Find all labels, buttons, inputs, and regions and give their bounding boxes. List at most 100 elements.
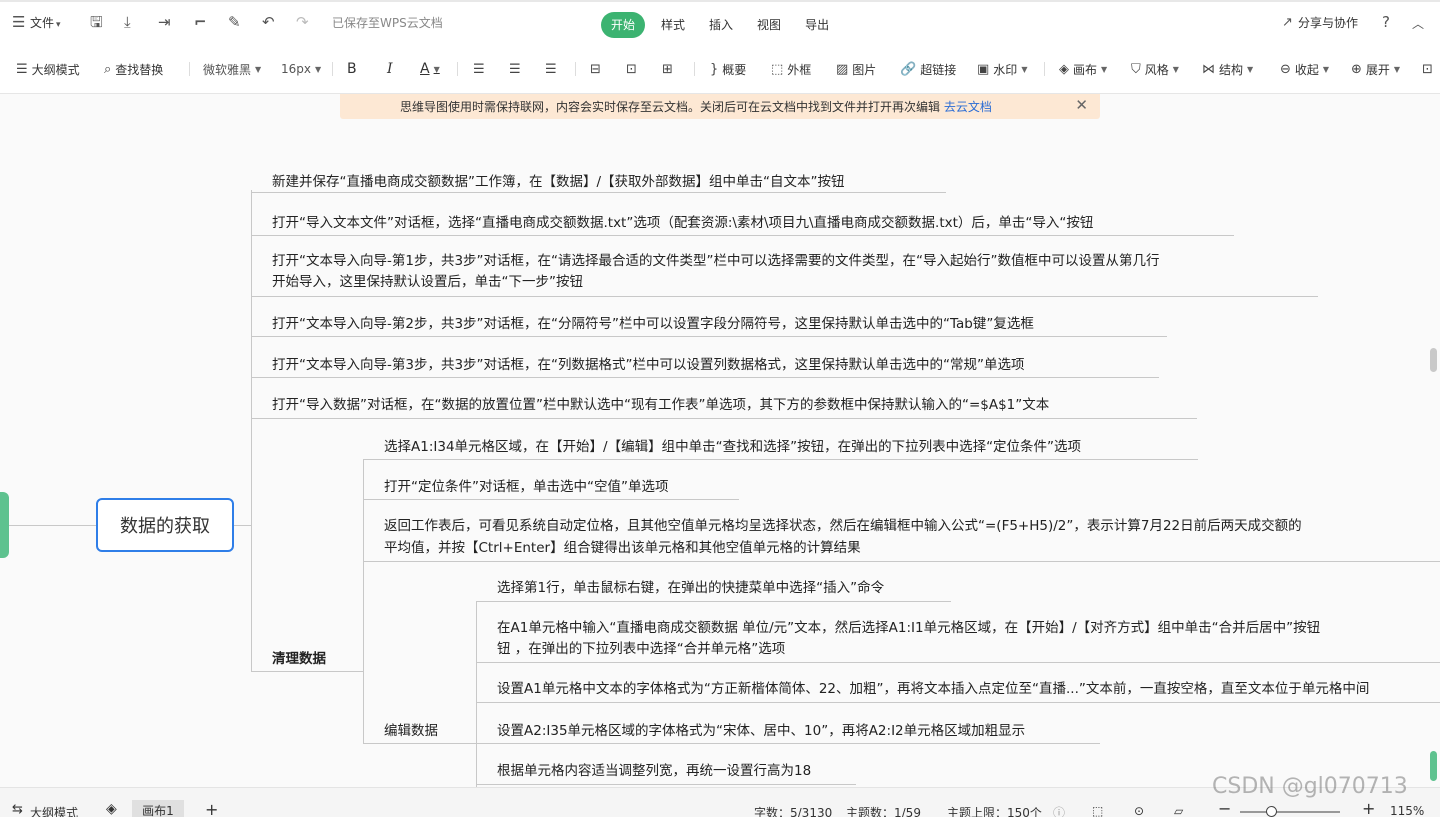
divider: [332, 62, 333, 76]
format-painter-icon[interactable]: ⌐: [194, 12, 207, 32]
topic-node[interactable]: 打开“文本导入向导-第3步，共3步”对话框，在“列数据格式”栏中可以设置列数据格…: [272, 354, 1025, 376]
zoom-out-icon[interactable]: −: [1218, 799, 1231, 817]
locate-icon[interactable]: ⊙: [1134, 804, 1144, 817]
topic-node[interactable]: 编辑数据: [384, 720, 438, 742]
tab-view[interactable]: 视图: [745, 12, 793, 38]
align-center-button[interactable]: ☰: [509, 60, 521, 78]
canvas-button[interactable]: ◈ 画布 ▼: [1059, 60, 1107, 78]
align-left-button[interactable]: ☰: [473, 60, 485, 78]
topic-node[interactable]: 打开“导入数据”对话框，在“数据的放置位置”栏中默认选中“现有工作表”单选项，其…: [272, 394, 1049, 416]
outline-icon[interactable]: ⇆: [12, 802, 23, 817]
connector: [363, 460, 364, 743]
summary-button[interactable]: } 概要: [710, 60, 746, 78]
share-icon[interactable]: ↗: [1282, 13, 1293, 33]
expand-button[interactable]: ⊕ 展开 ▼: [1351, 60, 1400, 78]
topic-node[interactable]: 开始导入，这里保持默认设置后，单击“下一步”按钮: [272, 271, 583, 293]
topic-underline: [476, 743, 1100, 744]
insert-parent-button[interactable]: ⊞: [662, 60, 673, 78]
collapse-up-icon[interactable]: ︿: [1412, 14, 1424, 34]
undo-icon[interactable]: ↶: [262, 12, 275, 32]
chevron-down-icon: ▼: [1247, 64, 1254, 74]
redo-icon[interactable]: ↷: [296, 12, 309, 32]
topic-node[interactable]: 新建并保存“直播电商成交额数据”工作簿，在【数据】/【获取外部数据】组中单击“自…: [272, 171, 845, 193]
topic-underline: [363, 459, 1198, 460]
zoom-in-icon[interactable]: +: [1362, 799, 1375, 817]
structure-label: 结构: [1219, 62, 1244, 77]
vertical-scrollbar[interactable]: [1430, 348, 1437, 372]
structure-button[interactable]: ⋈ 结构 ▼: [1202, 60, 1253, 78]
select-icon[interactable]: ⬚: [1092, 804, 1103, 817]
topic-node[interactable]: 钮 ，在弹出的下拉列表中选择“合并单元格”选项: [497, 638, 785, 660]
help-icon[interactable]: ?: [1382, 12, 1390, 32]
topic-node[interactable]: 根据单元格内容适当调整列宽，再统一设置行高为18: [497, 760, 811, 782]
image-button[interactable]: ▨ 图片: [836, 60, 876, 78]
topic-node[interactable]: 平均值，并按【Ctrl+Enter】组合键得出该单元格和其他空值单元格的计算结果: [384, 537, 861, 559]
font-family-select[interactable]: 微软雅黑 ▼: [203, 60, 261, 78]
outline-mode-button[interactable]: ☰ 大纲模式: [16, 60, 80, 78]
list-icon: ☰: [16, 61, 28, 77]
export-icon[interactable]: ⇥: [158, 12, 171, 32]
zoom-slider-handle[interactable]: [1266, 806, 1277, 817]
hyperlink-label: 超链接: [920, 62, 957, 77]
tab-style[interactable]: 样式: [649, 12, 697, 38]
topic-node[interactable]: 清理数据: [272, 648, 326, 670]
add-canvas-icon[interactable]: +: [205, 800, 218, 817]
find-replace-button[interactable]: ⌕ 查找替换: [104, 60, 163, 78]
collapse-button[interactable]: ⊖ 收起 ▼: [1280, 60, 1329, 78]
italic-button[interactable]: I: [387, 60, 393, 78]
topic-underline: [251, 235, 1234, 236]
topic-node[interactable]: 选择第1行，单击鼠标右键，在弹出的快捷菜单中选择“插入”命令: [497, 577, 884, 599]
topic-node[interactable]: 打开“文本导入向导-第2步，共3步”对话框，在“分隔符号”栏中可以设置字段分隔符…: [272, 313, 1034, 335]
save-icon[interactable]: 🖫: [90, 12, 103, 32]
bold-label: B: [347, 61, 357, 77]
more-button[interactable]: ⊡: [1422, 60, 1433, 78]
download-icon[interactable]: ⤓: [124, 12, 131, 32]
topic-node[interactable]: 打开“文本导入向导-第1步，共3步”对话框，在“请选择最合适的文件类型”栏中可以…: [272, 250, 1160, 272]
file-menu[interactable]: 文件: [30, 14, 54, 31]
tab-insert[interactable]: 插入: [697, 12, 745, 38]
hyperlink-button[interactable]: 🔗 超链接: [900, 60, 956, 78]
topic-node[interactable]: 选择A1:I34单元格区域，在【开始】/【编辑】组中单击“查找和选择”按钮，在弹…: [384, 436, 1081, 458]
topic-node[interactable]: 打开“定位条件”对话框，单击选中“空值”单选项: [384, 476, 668, 498]
info-icon[interactable]: ⓘ: [1053, 804, 1065, 817]
menu-icon[interactable]: ☰: [12, 12, 25, 32]
frame-button[interactable]: ⬚ 外框: [771, 60, 811, 78]
mindmap-canvas[interactable]: 数据的获取 新建并保存“直播电商成交额数据”工作簿，在【数据】/【获取外部数据】…: [0, 95, 1440, 787]
style-button[interactable]: ⛉ 风格 ▼: [1131, 60, 1179, 78]
pen-icon[interactable]: ✎: [228, 12, 241, 32]
topic-node[interactable]: 打开“导入文本文件”对话框，选择“直播电商成交额数据.txt”选项（配套资源:\…: [272, 212, 1093, 234]
topic-node[interactable]: 设置A1单元格中文本的字体格式为“方正新楷体简体、22、加粗”，再将文本插入点定…: [497, 678, 1369, 700]
chevron-down-icon: ▼: [1322, 64, 1330, 74]
layers-icon[interactable]: ◈: [106, 801, 117, 817]
font-color-button[interactable]: A ▼: [420, 60, 440, 78]
insert-child-button[interactable]: ⊟: [590, 60, 601, 78]
chevron-down-icon: ▼: [433, 64, 440, 74]
side-panel-handle[interactable]: [0, 492, 9, 558]
share-button[interactable]: 分享与协作: [1298, 14, 1358, 31]
topic-node[interactable]: 在A1单元格中输入“直播电商成交额数据 单位/元”文本，然后选择A1:I1单元格…: [497, 617, 1320, 639]
canvas-tab[interactable]: 画布1: [132, 800, 184, 817]
chevron-down-icon[interactable]: ▾: [56, 15, 61, 35]
zoom-slider[interactable]: [1240, 811, 1340, 813]
root-topic[interactable]: 数据的获取: [96, 498, 234, 552]
divider: [1044, 62, 1045, 76]
align-right-button[interactable]: ☰: [545, 60, 557, 78]
tab-export[interactable]: 导出: [793, 12, 841, 38]
topic-node[interactable]: 设置A2:I35单元格区域的字体格式为“宋体、居中、10”，再将A2:I2单元格…: [497, 720, 1025, 742]
style-label: 风格: [1144, 62, 1169, 77]
brace-icon: }: [710, 61, 719, 77]
child-topic-icon: ⊟: [590, 61, 601, 77]
watermark-button[interactable]: ▣ 水印 ▼: [977, 60, 1027, 78]
topic-limit: 主题上限：150个: [947, 806, 1042, 817]
canvas-label: 画布: [1073, 62, 1098, 77]
font-size-select[interactable]: 16px ▼: [281, 60, 321, 78]
map-icon[interactable]: ▱: [1174, 804, 1183, 817]
topic-node[interactable]: 返回工作表后，可看见系统自动定位格，且其他空值单元格均呈选择状态，然后在编辑框中…: [384, 515, 1302, 537]
insert-sibling-button[interactable]: ⊡: [626, 60, 637, 78]
tab-start[interactable]: 开始: [601, 12, 646, 38]
collapse-label: 收起: [1294, 62, 1319, 77]
summary-label: 概要: [722, 62, 747, 77]
bold-button[interactable]: B: [347, 60, 357, 78]
scroll-indicator[interactable]: [1430, 751, 1437, 781]
outline-mode-toggle[interactable]: 大纲模式: [30, 804, 78, 817]
